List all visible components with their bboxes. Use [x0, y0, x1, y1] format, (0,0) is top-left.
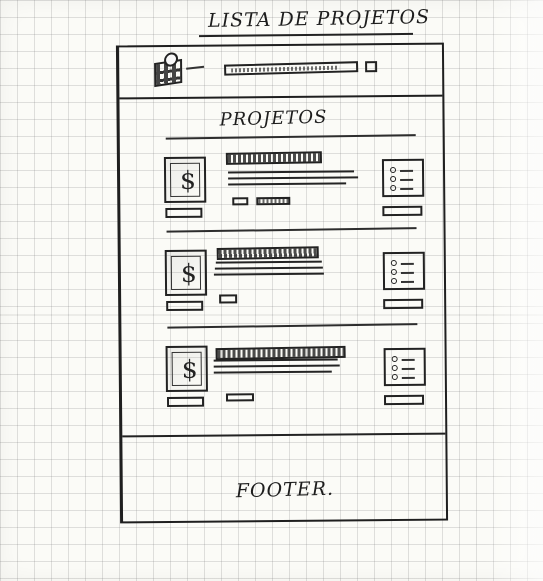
search-input[interactable]: [224, 61, 359, 76]
project-meta-box: [219, 294, 238, 304]
project-card: $: [121, 227, 445, 323]
sketch-paper: LISTA DE PROJETOS PROJETOS $ $ $ FOOTER.: [0, 0, 543, 581]
rating-button[interactable]: [382, 205, 423, 217]
project-action-button[interactable]: [166, 396, 205, 408]
logo-tail: [186, 65, 205, 70]
footer-divider: [122, 432, 446, 438]
rating-item: [392, 374, 418, 381]
search-scribble: [231, 65, 340, 73]
rating-item: [390, 176, 416, 183]
rating-item: [391, 269, 417, 276]
dollar-icon: $: [181, 354, 198, 384]
dollar-icon: $: [179, 165, 197, 195]
project-text-line: [213, 364, 340, 368]
logo-icon: [154, 58, 183, 88]
money-icon-box: $: [163, 156, 207, 204]
dollar-icon: $: [180, 258, 197, 288]
section-title: PROJETOS: [219, 106, 328, 131]
project-meta-box: [256, 196, 291, 206]
title-underline: [198, 32, 414, 38]
project-text-line: [214, 266, 323, 270]
rating-button[interactable]: [383, 298, 424, 310]
rating-list-box: [381, 158, 425, 198]
rating-list-box: [383, 347, 426, 387]
rating-item: [391, 260, 417, 267]
rating-button[interactable]: [383, 394, 425, 406]
project-divider: [167, 323, 418, 329]
project-title-bar: [225, 151, 323, 165]
rating-item: [392, 356, 418, 363]
project-action-button[interactable]: [166, 300, 204, 312]
project-action-button[interactable]: [165, 207, 203, 219]
project-meta-box: [232, 197, 249, 206]
project-text-line: [228, 176, 359, 180]
project-title-bar: [216, 246, 319, 261]
page-title: LISTA DE PROJETOS: [207, 6, 431, 32]
project-text-line: [215, 260, 322, 264]
project-meta-box: [225, 393, 255, 402]
rating-item: [390, 167, 416, 174]
project-card: $: [121, 323, 445, 419]
money-icon-box: $: [164, 249, 208, 297]
rating-item: [391, 278, 417, 285]
rating-list-box: [382, 251, 426, 291]
footer-text: FOOTER.: [235, 477, 335, 503]
project-card: $: [120, 134, 444, 230]
project-text-line: [213, 358, 338, 362]
project-text-line: [228, 182, 347, 186]
rating-item: [390, 185, 416, 192]
rating-item: [392, 365, 418, 372]
wireframe-page: PROJETOS $ $ $ FOOTER.: [115, 42, 449, 524]
paper-edge-shade: [485, 0, 543, 581]
project-text-line: [228, 170, 355, 174]
project-divider: [165, 134, 416, 140]
search-button[interactable]: [365, 61, 378, 73]
money-icon-box: $: [165, 345, 208, 393]
header-area: [118, 44, 443, 100]
project-text-line: [213, 272, 324, 276]
project-text-line: [213, 370, 332, 374]
